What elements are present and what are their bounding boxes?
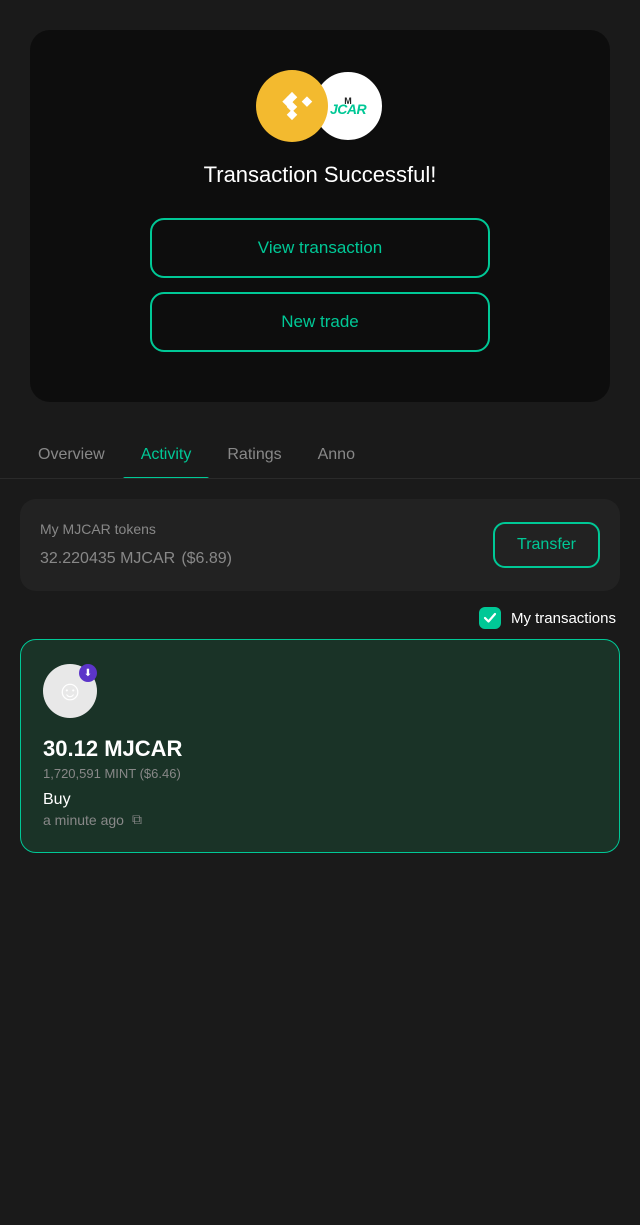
my-transactions-row: My transactions bbox=[0, 591, 640, 639]
tab-overview[interactable]: Overview bbox=[20, 432, 123, 478]
transfer-button[interactable]: Transfer bbox=[493, 522, 600, 568]
token-balance: 32.220435 MJCAR ($6.89) bbox=[40, 543, 493, 569]
success-title: Transaction Successful! bbox=[204, 162, 437, 188]
bnb-logo bbox=[256, 70, 328, 142]
external-link-icon[interactable]: ⧉ bbox=[132, 811, 142, 828]
token-logos: M JCAR bbox=[256, 70, 384, 142]
token-label: My MJCAR tokens bbox=[40, 521, 493, 537]
tx-sub: 1,720,591 MINT ($6.46) bbox=[43, 766, 597, 781]
tx-type: Buy bbox=[43, 791, 597, 809]
token-info-left: My MJCAR tokens 32.220435 MJCAR ($6.89) bbox=[40, 521, 493, 569]
my-transactions-checkbox[interactable] bbox=[479, 607, 501, 629]
success-card: M JCAR Transaction Successful! View tran… bbox=[30, 30, 610, 402]
tx-amount: 30.12 MJCAR bbox=[43, 736, 597, 762]
tx-avatar: ☺ ⬇ bbox=[43, 664, 97, 718]
tab-ratings[interactable]: Ratings bbox=[209, 432, 299, 478]
my-transactions-label: My transactions bbox=[511, 610, 616, 627]
tabs-navigation: Overview Activity Ratings Anno bbox=[0, 432, 640, 479]
token-balance-value: 32.220435 MJCAR bbox=[40, 550, 175, 567]
token-usd-value: ($6.89) bbox=[181, 550, 232, 567]
tab-announcements[interactable]: Anno bbox=[300, 432, 373, 478]
tx-time: a minute ago bbox=[43, 812, 124, 828]
lightning-icon: ⬇ bbox=[84, 668, 92, 679]
new-trade-button[interactable]: New trade bbox=[150, 292, 490, 352]
avatar-face: ☺ bbox=[56, 675, 85, 707]
view-transaction-button[interactable]: View transaction bbox=[150, 218, 490, 278]
token-info-card: My MJCAR tokens 32.220435 MJCAR ($6.89) … bbox=[20, 499, 620, 591]
tx-time-row: a minute ago ⧉ bbox=[43, 811, 597, 828]
transaction-card: ☺ ⬇ 30.12 MJCAR 1,720,591 MINT ($6.46) B… bbox=[20, 639, 620, 853]
avatar-badge: ⬇ bbox=[79, 664, 97, 682]
tab-activity[interactable]: Activity bbox=[123, 432, 210, 478]
tx-avatar-row: ☺ ⬇ bbox=[43, 664, 597, 718]
